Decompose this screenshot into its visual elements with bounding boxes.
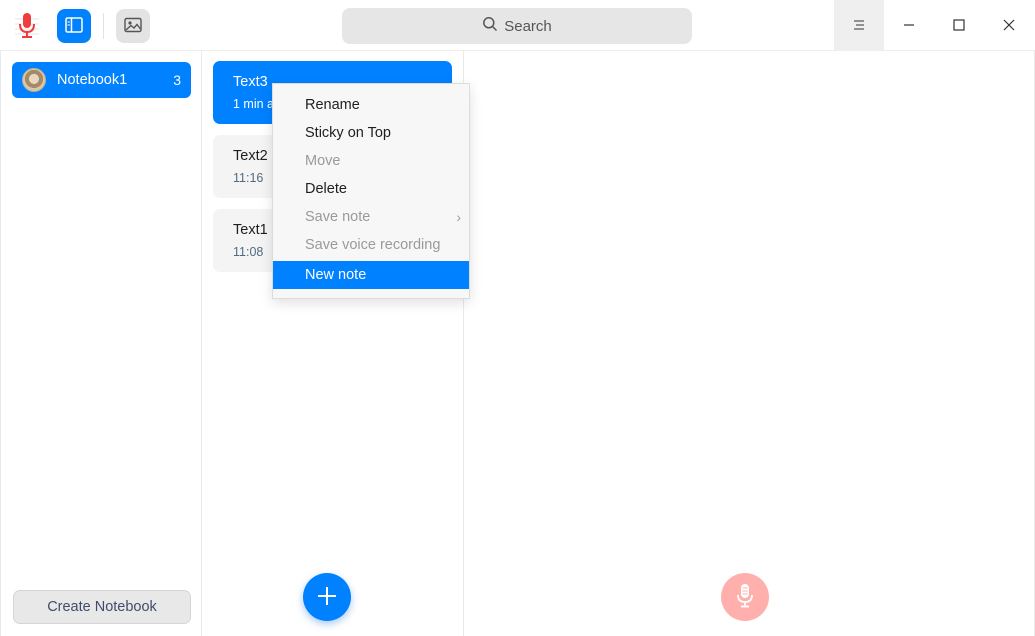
create-notebook-button[interactable]: Create Notebook [13,590,191,624]
microphone-icon [735,583,755,612]
notebook-panel: Notebook1 3 Create Notebook [0,51,202,636]
menu-item-sticky-on-top[interactable]: Sticky on Top [273,119,469,147]
menu-item-move[interactable]: Move [273,147,469,175]
notebook-name: Notebook1 [57,72,128,88]
notebook-avatar-icon [22,68,46,92]
menu-item-save-note-label: Save note [305,209,371,225]
sidebar-toggle-icon [65,16,83,36]
image-icon [124,17,142,36]
note-editor-panel[interactable] [465,51,1035,636]
voice-notes-app-icon [12,10,42,42]
add-note-button[interactable] [303,573,351,621]
notebook-note-count: 3 [173,72,181,88]
close-icon [1003,18,1015,34]
toolbar-separator [103,13,104,39]
menu-item-new-note[interactable]: New note [273,261,469,289]
plus-icon [316,585,338,610]
search-input[interactable]: Search [342,8,692,44]
record-voice-button[interactable] [721,573,769,621]
menu-icon [853,18,865,34]
menu-item-save-note[interactable]: Save note › [273,203,469,231]
menu-item-delete[interactable]: Delete [273,175,469,203]
search-placeholder: Search [504,17,552,35]
notebook-item[interactable]: Notebook1 3 [12,62,191,98]
note-context-menu: Rename Sticky on Top Move Delete Save no… [272,83,470,299]
close-button[interactable] [984,0,1034,51]
menu-item-rename[interactable]: Rename [273,91,469,119]
main-menu-button[interactable] [834,0,884,51]
insert-image-button[interactable] [116,9,150,43]
minimize-icon [903,18,915,34]
maximize-icon [953,18,965,34]
title-bar: Search [0,0,1035,51]
chevron-right-icon: › [456,209,461,225]
sidebar-toggle-button[interactable] [57,9,91,43]
maximize-button[interactable] [934,0,984,51]
search-icon [482,16,498,36]
minimize-button[interactable] [884,0,934,51]
menu-item-save-voice-recording[interactable]: Save voice recording [273,231,469,259]
